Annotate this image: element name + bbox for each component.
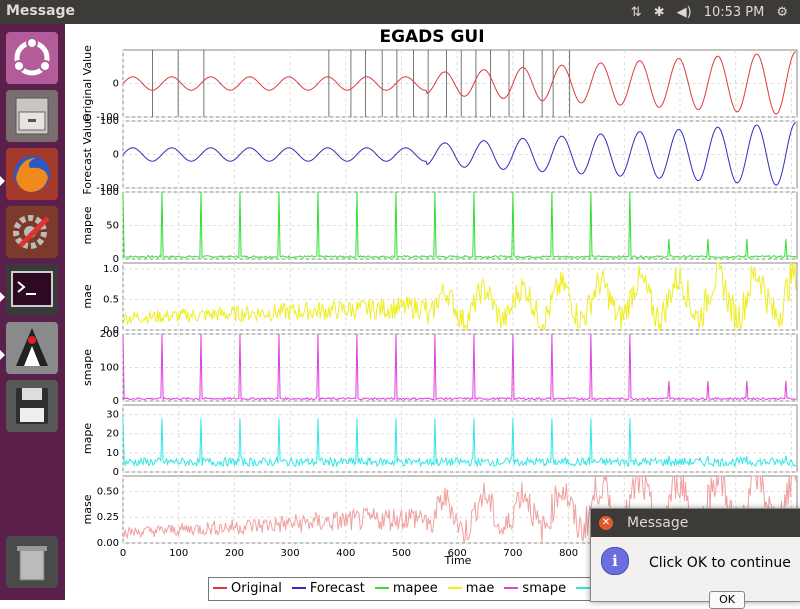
- x-tick-label: 500: [392, 548, 411, 559]
- y-axis-label: mapee: [81, 206, 94, 244]
- y-axis-label: mase: [81, 494, 94, 524]
- file-cabinet-icon[interactable]: [6, 90, 58, 142]
- y-axis-label: mae: [81, 284, 94, 308]
- y-tick-label: 0.5: [103, 295, 119, 306]
- y-tick-label: 0: [113, 150, 119, 161]
- launcher: [0, 24, 65, 600]
- floppy-save-icon[interactable]: [6, 380, 58, 432]
- power-gear-icon[interactable]: ⚙: [776, 5, 788, 20]
- x-tick-label: 0: [120, 548, 126, 559]
- ubuntu-logo-icon[interactable]: [6, 32, 58, 84]
- legend-label: mapee: [392, 580, 438, 596]
- legend-label: mae: [465, 580, 495, 596]
- top-panel: Message ⇅ ✱ ◀) 10:53 PM ⚙: [0, 0, 800, 24]
- y-tick-label: 100: [100, 116, 119, 127]
- y-tick-label: 0.50: [97, 486, 119, 497]
- legend-item: mae: [447, 580, 495, 596]
- x-tick-label: 700: [503, 548, 522, 559]
- firefox-icon[interactable]: [6, 148, 58, 200]
- y-tick-label: 200: [100, 329, 119, 340]
- x-tick-label: 800: [559, 548, 578, 559]
- y-axis-label: mape: [81, 423, 94, 454]
- egads-chart: EGADS GUI 0-100Original Value 1000-100For…: [81, 27, 798, 567]
- x-tick-label: 300: [281, 548, 300, 559]
- y-tick-label: 100: [100, 363, 119, 374]
- info-icon: i: [601, 547, 629, 575]
- legend-item: Original: [213, 581, 282, 596]
- y-tick-label: 0.25: [97, 512, 119, 523]
- y-axis-label: Original Value: [81, 45, 94, 122]
- active-window-title: Message: [6, 3, 76, 19]
- terminal-icon[interactable]: [6, 264, 58, 316]
- volume-icon[interactable]: ◀): [677, 5, 692, 20]
- legend-swatch: [374, 587, 389, 589]
- legend-swatch: [447, 587, 462, 589]
- trash-icon[interactable]: [6, 536, 58, 588]
- y-tick-label: 0: [113, 79, 119, 90]
- y-axis-label: smape: [81, 349, 94, 386]
- legend-swatch: [213, 587, 227, 589]
- legend-swatch: [291, 587, 306, 589]
- legend-swatch: [504, 587, 519, 589]
- system-settings-icon[interactable]: [6, 206, 58, 258]
- y-tick-label: 20: [106, 429, 119, 440]
- x-tick-label: 100: [169, 548, 188, 559]
- x-axis-label: Time: [444, 554, 472, 567]
- x-tick-label: 200: [225, 548, 244, 559]
- legend-label: Original: [231, 580, 282, 596]
- ok-button[interactable]: OK: [709, 591, 745, 609]
- chart-title: EGADS GUI: [379, 27, 484, 47]
- legend-label: smape: [522, 580, 567, 596]
- message-dialog: ✕ Message i Click OK to continue OK: [590, 508, 800, 609]
- chart-legend: OriginalForecastmapeemaesmapemap: [208, 577, 602, 601]
- x-tick-label: 400: [336, 548, 355, 559]
- clock[interactable]: 10:53 PM: [704, 5, 765, 20]
- y-tick-label: 50: [106, 221, 119, 232]
- y-tick-label: 0: [113, 396, 119, 407]
- close-icon[interactable]: ✕: [599, 516, 613, 530]
- network-arrows-icon[interactable]: ⇅: [631, 5, 642, 20]
- y-tick-label: 100: [100, 187, 119, 198]
- legend-item: smape: [504, 581, 566, 596]
- legend-label: Forecast: [309, 580, 365, 596]
- legend-swatch: [576, 587, 591, 589]
- legend-item: Forecast: [291, 580, 365, 596]
- y-tick-label: 30: [106, 410, 119, 421]
- dialog-message: Click OK to continue: [649, 555, 791, 571]
- y-axis-label: Forecast Value: [81, 114, 94, 194]
- system-tray: ⇅ ✱ ◀) 10:53 PM ⚙: [631, 0, 800, 24]
- y-tick-label: 0.00: [97, 538, 119, 549]
- java-duke-icon[interactable]: [6, 322, 58, 374]
- bluetooth-icon[interactable]: ✱: [654, 5, 665, 20]
- dialog-titlebar: ✕ Message: [591, 509, 800, 537]
- legend-item: mapee: [374, 580, 438, 596]
- y-tick-label: 0: [113, 467, 119, 478]
- y-tick-label: 10: [106, 448, 119, 459]
- y-tick-label: 1.0: [103, 264, 119, 275]
- dialog-title: Message: [627, 515, 689, 531]
